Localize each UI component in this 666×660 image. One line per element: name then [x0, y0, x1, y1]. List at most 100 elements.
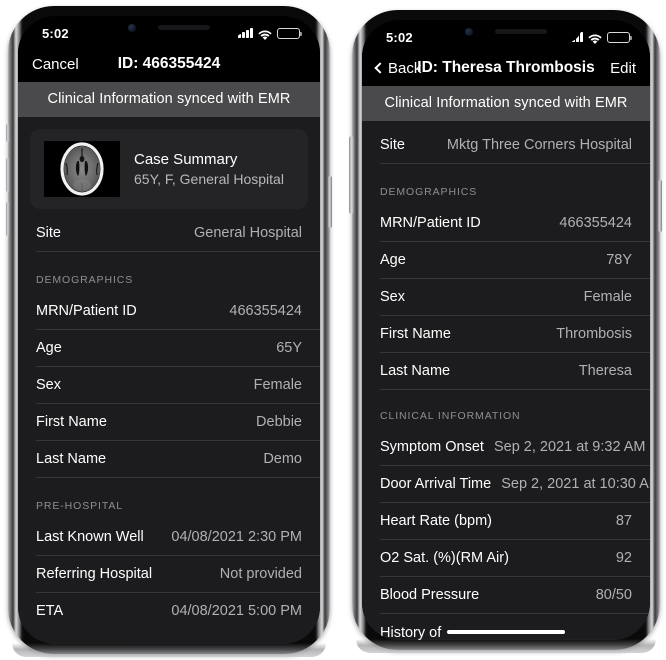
status-bar-time: 5:02: [386, 29, 413, 45]
row-label: First Name: [36, 414, 107, 430]
row-label: Age: [380, 252, 406, 268]
front-camera-icon: [128, 23, 136, 32]
row-label-site: Site: [380, 137, 405, 153]
row-label: First Name: [380, 326, 451, 342]
cancel-button-label: Cancel: [32, 55, 79, 73]
table-row[interactable]: Sex Female: [380, 279, 650, 316]
section-rows-demographics: MRN/Patient ID 466355424 Age 65Y Sex Fem…: [18, 293, 320, 478]
row-site[interactable]: Site General Hospital: [36, 213, 320, 252]
case-summary-subtitle: 65Y, F, General Hospital: [134, 171, 284, 187]
table-row[interactable]: Sex Female: [36, 367, 320, 404]
row-value: 04/08/2021 2:30 PM: [171, 529, 302, 545]
row-label: Age: [36, 340, 62, 356]
row-label: Last Name: [36, 451, 107, 467]
table-row[interactable]: Last Name Theresa: [380, 353, 650, 390]
navigation-bar-left: Cancel ID: 466355424: [18, 46, 320, 82]
row-label: ETA: [36, 603, 64, 619]
chevron-left-icon: [374, 62, 386, 74]
screenshot-stage: 5:02 Cancel ID: 466355424 Clinical Infor…: [0, 0, 666, 660]
notch-right: [430, 20, 582, 43]
table-row[interactable]: Heart Rate (bpm) 87: [380, 503, 650, 540]
row-label: Symptom Onset: [380, 439, 484, 455]
case-summary-wrapper: Case Summary 65Y, F, General Hospital: [18, 117, 320, 213]
power-button-right-phone[interactable]: [658, 180, 662, 232]
battery-full-icon: [607, 31, 632, 43]
back-button-label: Back: [388, 59, 422, 77]
row-value: Not provided: [219, 566, 302, 582]
table-row[interactable]: First Name Thrombosis: [380, 316, 650, 353]
section-header-clinical-information: CLINICAL INFORMATION: [380, 410, 521, 422]
row-value: 65Y: [276, 340, 302, 356]
brain-ct-scan-thumbnail[interactable]: [44, 141, 120, 197]
emr-sync-banner-left: Clinical Information synced with EMR: [18, 82, 320, 117]
row-value: 80/50: [595, 587, 632, 603]
table-row[interactable]: Age 65Y: [36, 330, 320, 367]
row-value: 92: [615, 550, 632, 566]
section-header-demographics: DEMOGRAPHICS: [380, 186, 478, 198]
back-button[interactable]: Back: [374, 59, 422, 77]
row-label: MRN/Patient ID: [380, 215, 481, 231]
row-value: Theresa: [578, 363, 632, 379]
row-value: Female: [583, 289, 632, 305]
table-row[interactable]: Referring Hospital Not provided: [36, 556, 320, 593]
table-row[interactable]: MRN/Patient ID 466355424: [380, 205, 650, 242]
row-value: 466355424: [229, 303, 302, 319]
table-row[interactable]: First Name Debbie: [36, 404, 320, 441]
power-button-left-phone[interactable]: [328, 176, 332, 228]
content-scroll-left[interactable]: Case Summary 65Y, F, General Hospital Si…: [18, 117, 320, 644]
edit-button[interactable]: Edit: [610, 60, 636, 77]
phone-device-right: 5:02 Back ID: Theresa Thrombosis Edit Cl…: [349, 10, 662, 653]
row-label-site: Site: [36, 225, 61, 241]
row-label: O2 Sat. (%)(RM Air): [380, 550, 509, 566]
table-row[interactable]: Door Arrival Time Sep 2, 2021 at 10:30 A…: [380, 466, 650, 503]
home-indicator[interactable]: [447, 630, 565, 634]
row-label: Sex: [380, 289, 405, 305]
case-summary-text: Case Summary 65Y, F, General Hospital: [134, 151, 284, 187]
row-site[interactable]: Site Mktg Three Corners Hospital: [380, 121, 650, 164]
row-value: Sep 2, 2021 at 9:32 AM: [493, 439, 646, 455]
section-header-demographics: DEMOGRAPHICS: [36, 274, 134, 286]
volume-up-button-left-phone[interactable]: [6, 158, 10, 192]
table-row[interactable]: Last Name Demo: [36, 441, 320, 478]
site-section-right: Site Mktg Three Corners Hospital: [362, 121, 650, 164]
table-row[interactable]: History of Cardiopulmonary Disease Not p…: [380, 614, 650, 640]
volume-buttons-right-phone[interactable]: [349, 136, 354, 214]
section-header-pre-hospital: PRE-HOSPITAL: [36, 500, 124, 512]
table-row[interactable]: Age 78Y: [380, 242, 650, 279]
status-bar-icons: [238, 27, 302, 40]
phone-device-left: 5:02 Cancel ID: 466355424 Clinical Infor…: [6, 6, 332, 657]
site-section-left: Site General Hospital: [18, 213, 320, 252]
case-summary-card[interactable]: Case Summary 65Y, F, General Hospital: [30, 129, 308, 209]
row-value: Debbie: [256, 414, 302, 430]
row-value: 04/08/2021 5:00 PM: [171, 603, 302, 619]
table-row[interactable]: Symptom Onset Sep 2, 2021 at 9:32 AM: [380, 429, 650, 466]
row-value: Demo: [263, 451, 302, 467]
row-value: 87: [615, 513, 632, 529]
row-value: 78Y: [606, 252, 632, 268]
row-label: Blood Pressure: [380, 587, 480, 603]
row-value: Thrombosis: [556, 326, 632, 342]
row-value: Female: [253, 377, 302, 393]
section-rows-pre-hospital: Last Known Well 04/08/2021 2:30 PM Refer…: [18, 519, 320, 629]
table-row[interactable]: Last Known Well 04/08/2021 2:30 PM: [36, 519, 320, 556]
table-row[interactable]: MRN/Patient ID 466355424: [36, 293, 320, 330]
table-row[interactable]: ETA 04/08/2021 5:00 PM: [36, 593, 320, 629]
earpiece-speaker-icon: [495, 29, 547, 34]
row-label: Heart Rate (bpm): [380, 513, 493, 529]
table-row[interactable]: Blood Pressure 80/50: [380, 577, 650, 614]
case-summary-title: Case Summary: [134, 151, 238, 168]
front-camera-icon: [465, 27, 473, 36]
row-value-site: Mktg Three Corners Hospital: [446, 137, 632, 153]
content-scroll-right[interactable]: Site Mktg Three Corners Hospital DEMOGRA…: [362, 121, 650, 640]
cancel-button[interactable]: Cancel: [32, 56, 79, 73]
earpiece-speaker-icon: [158, 25, 210, 30]
row-value: Sep 2, 2021 at 10:30 AM: [501, 476, 650, 492]
screen-left: 5:02 Cancel ID: 466355424 Clinical Infor…: [18, 16, 320, 644]
section-rows-demographics: MRN/Patient ID 466355424 Age 78Y Sex Fem…: [362, 205, 650, 390]
row-value: 466355424: [559, 215, 632, 231]
row-label: MRN/Patient ID: [36, 303, 137, 319]
table-row[interactable]: O2 Sat. (%)(RM Air) 92: [380, 540, 650, 577]
battery-full-icon: [277, 27, 302, 39]
mute-switch-left-phone[interactable]: [6, 124, 10, 142]
volume-down-button-left-phone[interactable]: [6, 202, 10, 236]
